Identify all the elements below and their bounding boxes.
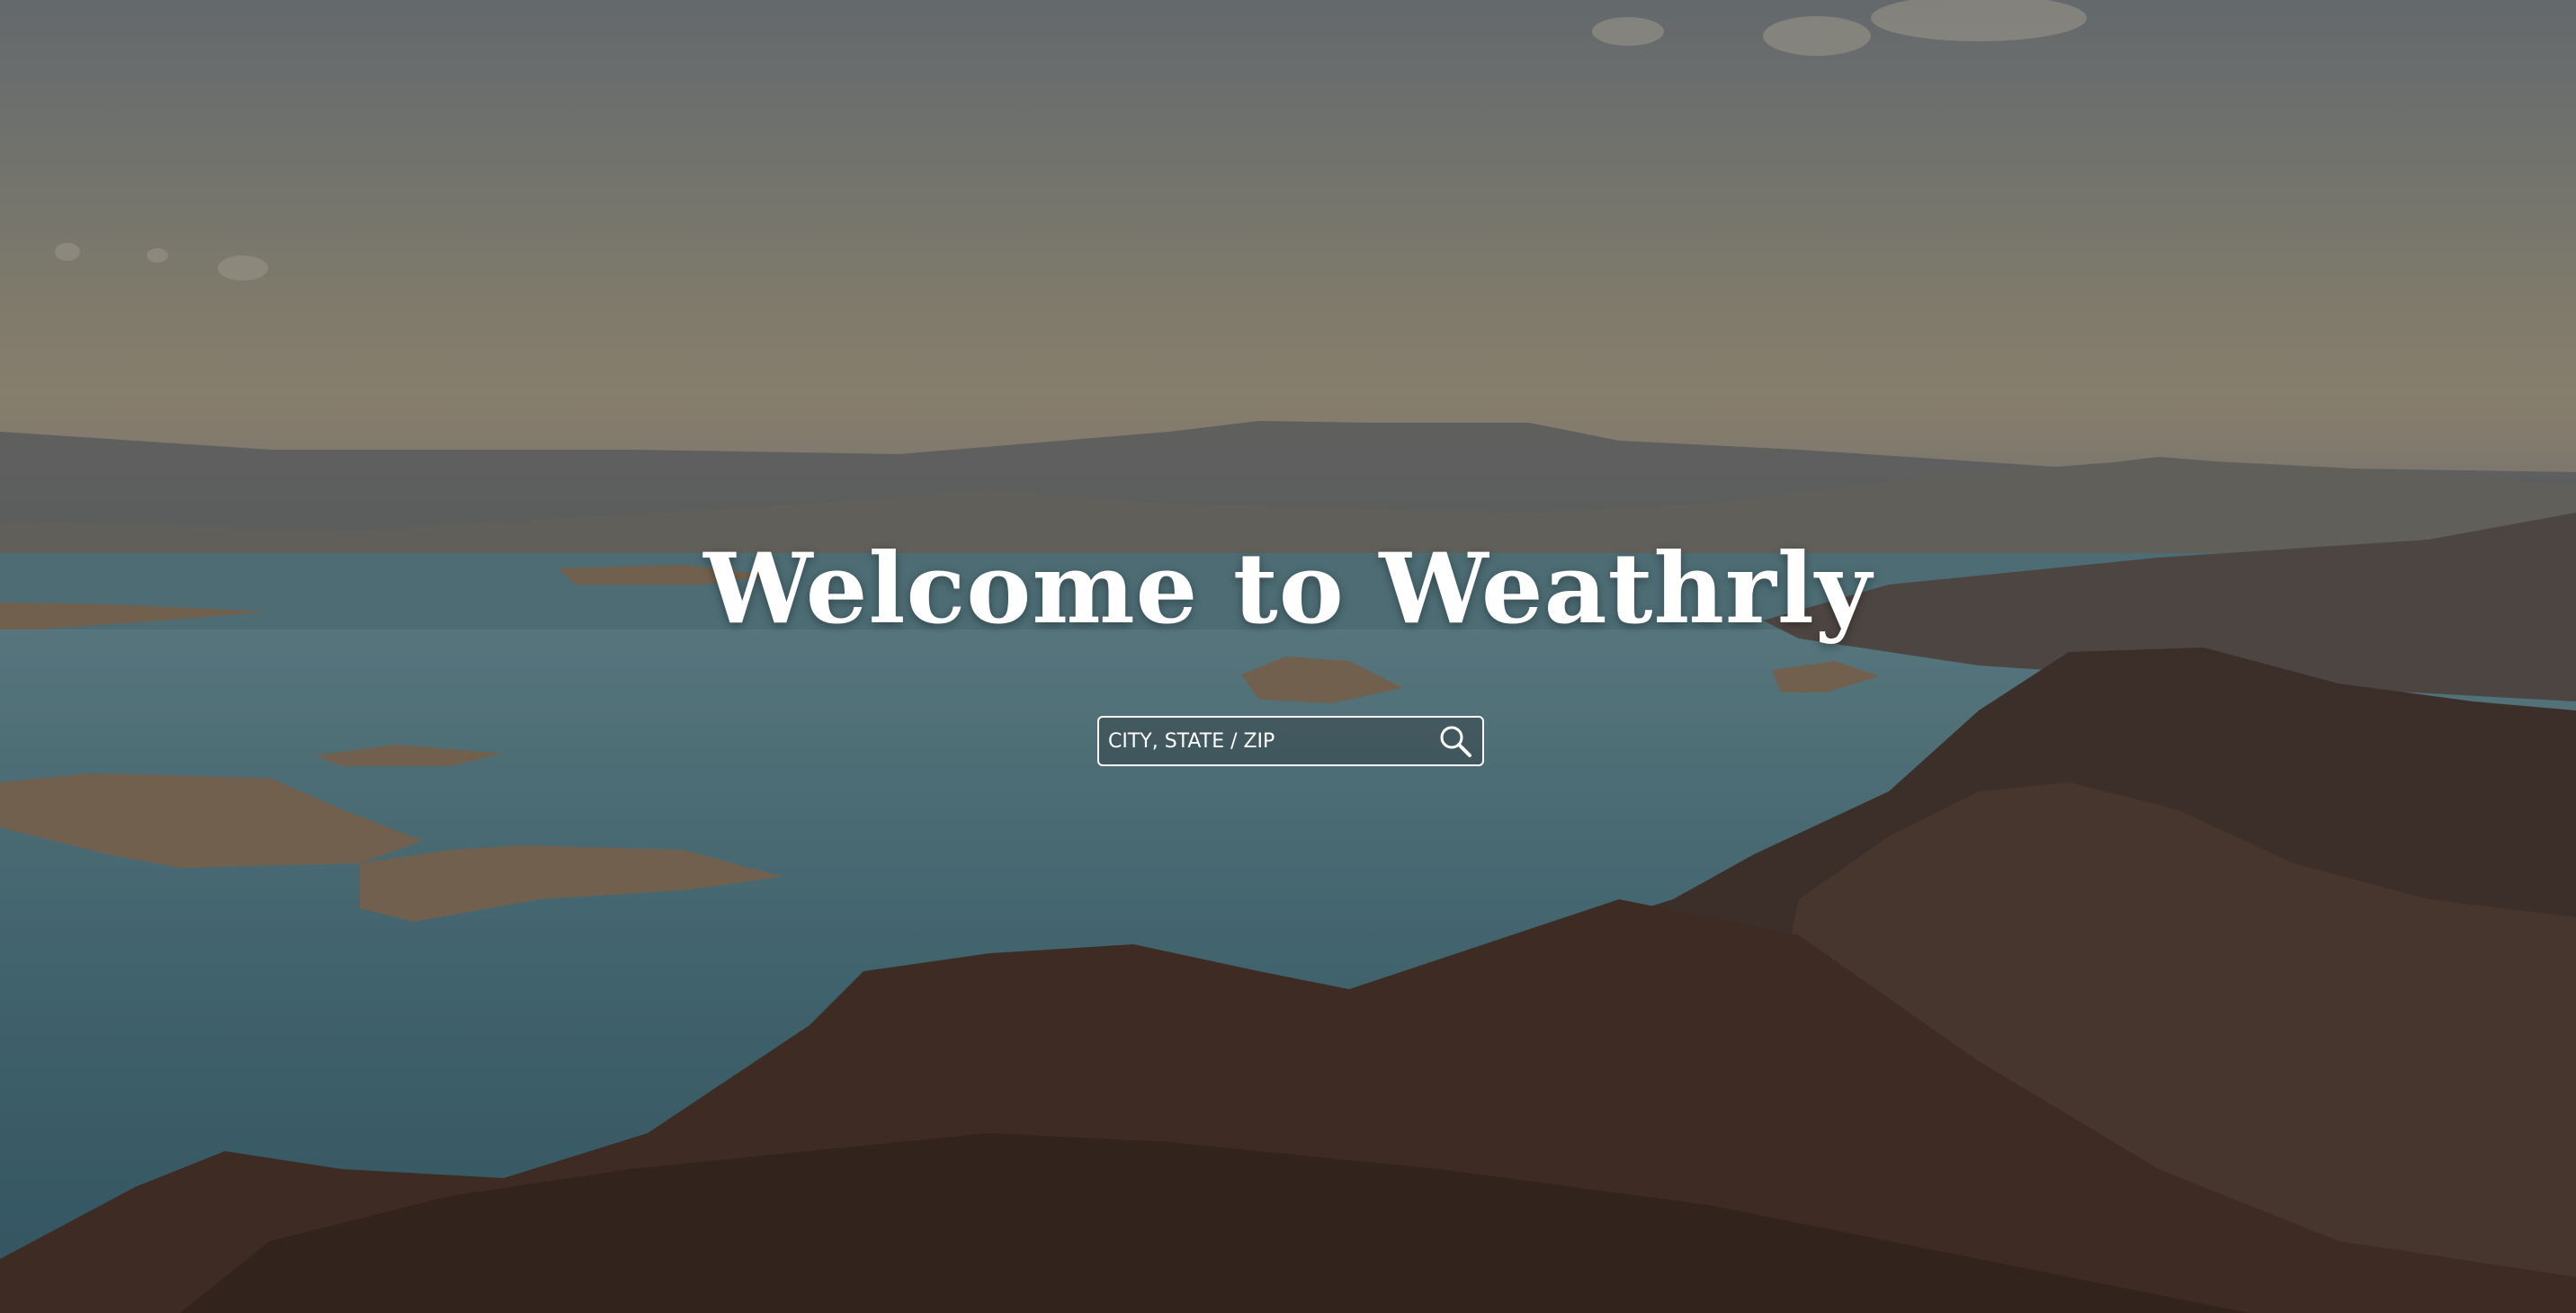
search-button[interactable] — [1428, 718, 1482, 764]
background-dim-overlay — [0, 0, 2576, 1313]
page-title: Welcome to Weathrly — [703, 532, 1873, 646]
location-search-bar — [1097, 716, 1484, 766]
search-icon — [1440, 726, 1471, 757]
location-search-input[interactable] — [1099, 718, 1428, 764]
hero-content: Welcome to Weathrly — [0, 531, 2576, 648]
hero-section: Welcome to Weathrly — [0, 0, 2576, 1313]
